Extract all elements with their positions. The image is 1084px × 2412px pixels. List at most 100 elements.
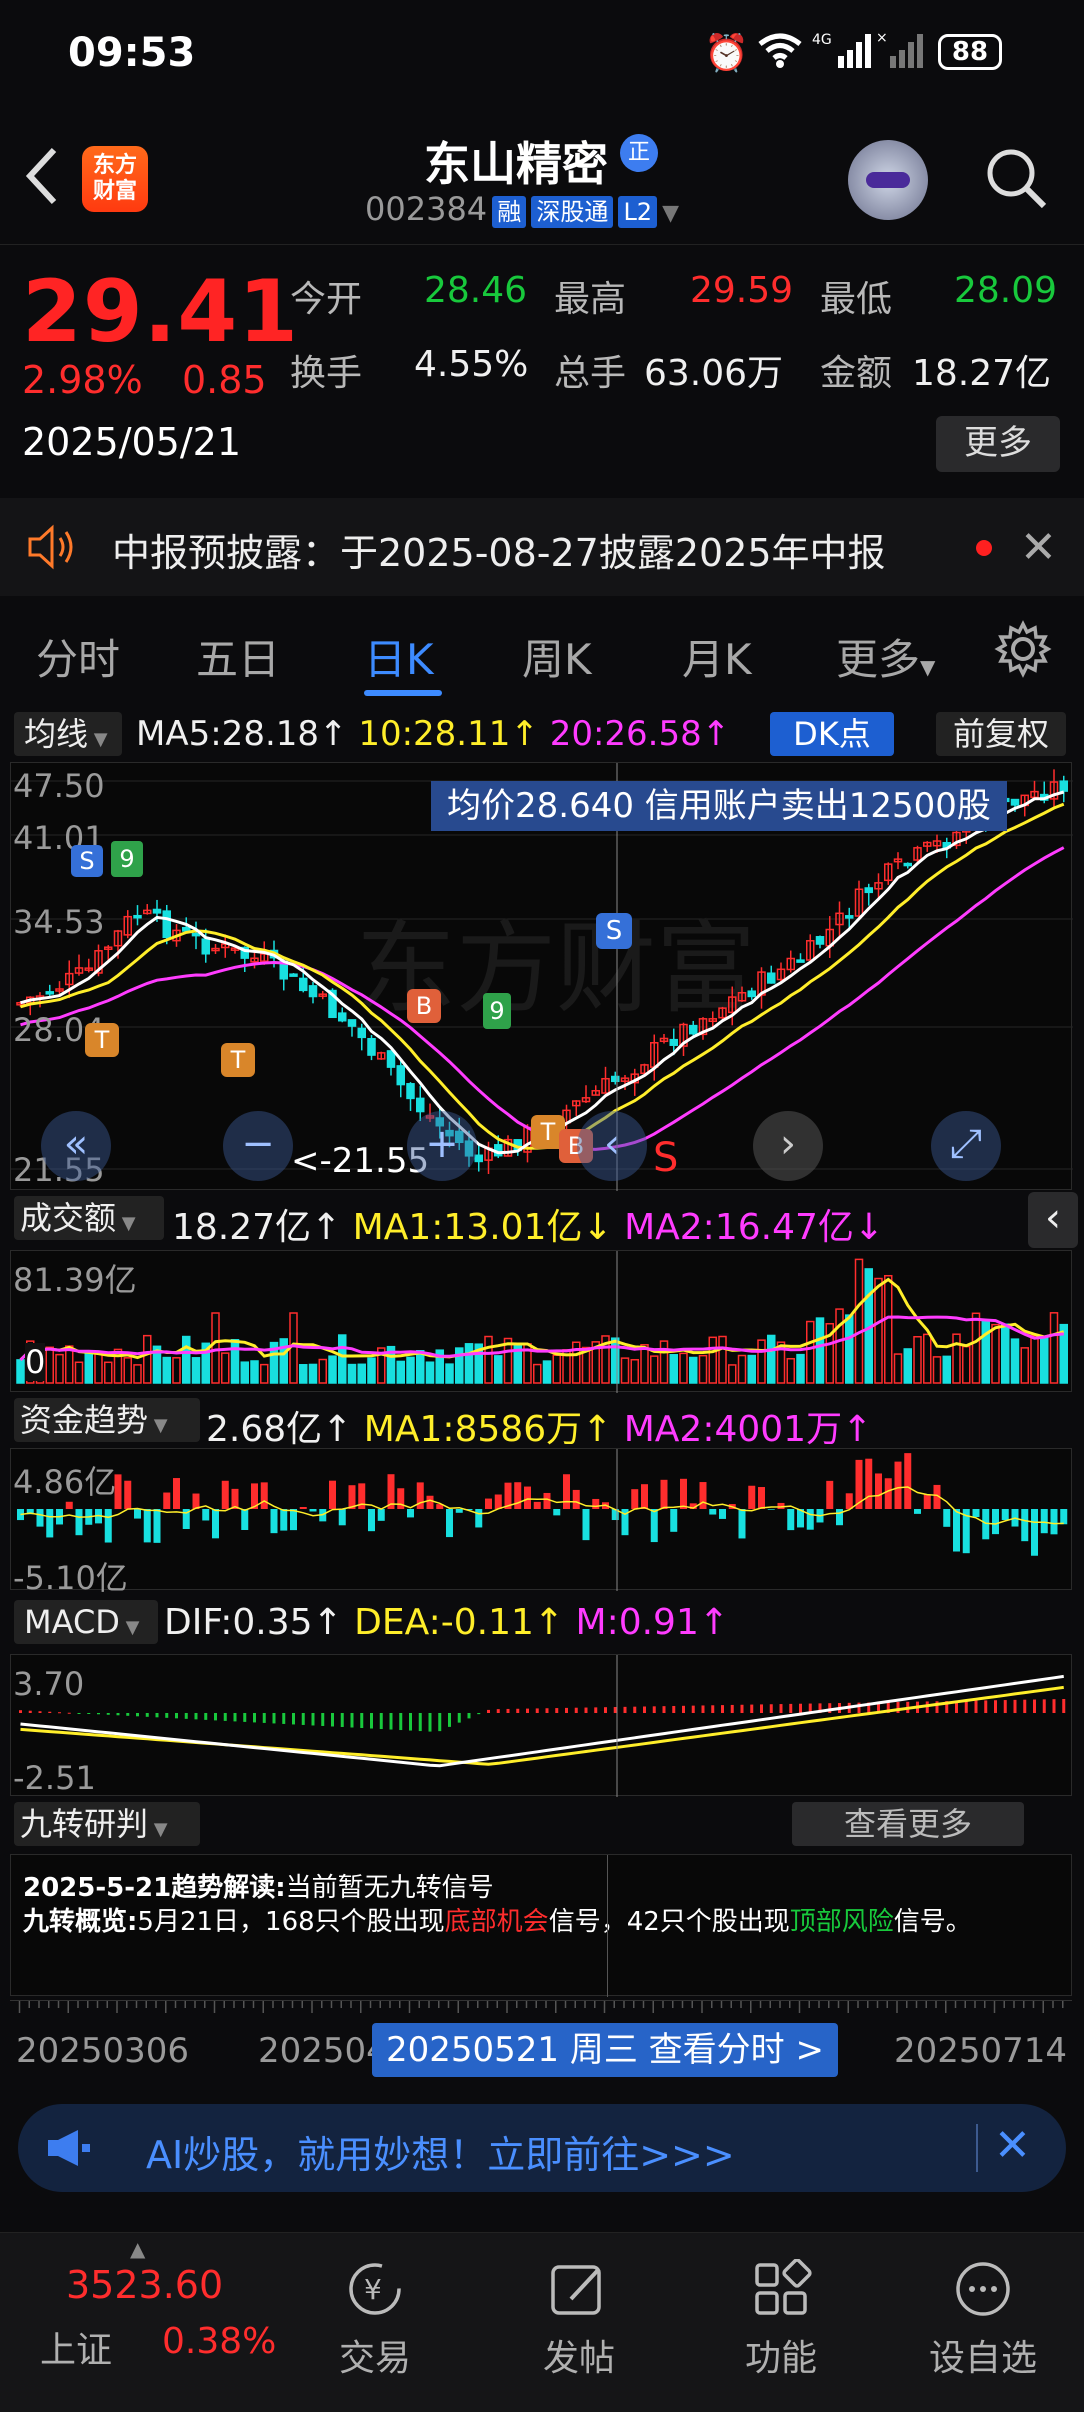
ma5-value: MA5:28.18 <box>136 714 320 754</box>
volume-y-bottom: 0 <box>25 1343 46 1381</box>
date-left: 20250306 <box>16 2031 190 2071</box>
turnover-value: 4.55% <box>414 344 529 385</box>
more-button[interactable]: 更多 <box>936 416 1060 472</box>
open-label: 今开 <box>290 279 363 320</box>
macd-m: M:0.91 <box>575 1602 699 1643</box>
avg-price-banner[interactable]: 均价28.640 信用账户卖出12500股 <box>431 781 1007 831</box>
fund-y-bottom: -5.10亿 <box>13 1559 128 1597</box>
s-signal-marker-2[interactable]: S <box>596 913 632 949</box>
index-value[interactable]: 3523.60 <box>66 2263 223 2307</box>
volume-legend: 成交额 ▼ 18.27亿↑ MA1:13.01亿↓ MA2:16.47亿↓ ‹ <box>0 1192 1084 1248</box>
tag-margin: 融 <box>492 196 527 228</box>
fund-ma1: MA1:8586万 <box>363 1409 583 1450</box>
unread-dot <box>976 540 992 556</box>
ai-ad-banner[interactable]: AI炒股，就用妙想！立即前往>>> ✕ <box>18 2104 1066 2192</box>
fund-chart: 4.86亿 -5.10亿 <box>10 1448 1072 1597</box>
scroll-left-icon[interactable]: ‹ <box>577 1111 647 1181</box>
turnover-label: 换手 <box>290 353 363 394</box>
expand-up-icon[interactable]: ▲ <box>130 2237 145 2261</box>
tab-more[interactable]: 更多▼ <box>836 626 935 687</box>
period-tabs: 分时 五日 日K 周K 月K 更多▼ <box>0 598 1084 708</box>
tab-five-day[interactable]: 五日 <box>196 626 280 687</box>
volume-select[interactable]: 成交额 ▼ <box>14 1196 164 1240</box>
back-icon[interactable] <box>20 144 64 223</box>
tab-active-indicator <box>364 690 442 696</box>
current-price: 29.41 <box>22 262 300 362</box>
tag-connect: 深股通 <box>531 196 614 228</box>
stock-header: 东方 财富 东山精密 正 002384 融 深股通 L2 ▼ <box>0 110 1084 245</box>
zoom-out-icon[interactable]: − <box>223 1111 293 1181</box>
zoom-in-icon[interactable]: + <box>407 1111 477 1181</box>
app-logo: 东方 财富 <box>82 146 148 212</box>
volume-value: 63.06万 <box>644 353 784 394</box>
macd-y-top: 3.70 <box>13 1665 85 1703</box>
index-pct[interactable]: 0.38% <box>162 2321 276 2362</box>
tab-daily-k[interactable]: 日K <box>364 626 434 687</box>
macd-dif: DIF:0.35 <box>164 1602 313 1643</box>
change-amount: 0.85 <box>182 358 267 402</box>
nine-legend: 九转研判 ▼ 查看更多 <box>0 1798 1084 1850</box>
post-icon <box>514 2233 644 2329</box>
s-signal-marker[interactable]: S <box>71 845 103 877</box>
indicator-select[interactable]: 均线 ▼ <box>14 712 122 756</box>
svg-text:4G: 4G <box>812 32 832 48</box>
status-time: 09:53 <box>68 30 196 76</box>
change-pct: 2.98% <box>22 358 143 402</box>
fund-select[interactable]: 资金趋势 ▼ <box>14 1398 200 1442</box>
date-axis[interactable]: 20250306 202504 20250521 周三 查看分时 > 20250… <box>10 2000 1072 2080</box>
nav-features[interactable]: 功能 <box>716 2233 846 2381</box>
volume-ma1: MA1:13.01亿 <box>352 1207 583 1248</box>
status-bar: 09:53 ⏰ 4G × 88 <box>0 0 1084 110</box>
ad-close-icon[interactable]: ✕ <box>994 2120 1031 2171</box>
tag-l2: L2 <box>618 196 658 228</box>
ma10-value: 10:28.11 <box>358 714 511 754</box>
t-signal-marker[interactable]: T <box>85 1023 119 1057</box>
adjust-select[interactable]: 前复权 <box>936 712 1066 756</box>
macd-select[interactable]: MACD ▼ <box>14 1600 158 1644</box>
macd-dea: DEA:-0.11 <box>354 1602 534 1643</box>
tab-intraday[interactable]: 分时 <box>36 626 120 687</box>
fullscreen-icon[interactable]: ⤢ <box>931 1111 1001 1181</box>
kline-legend: 均线 ▼ MA5:28.18↑ 10:28.11↑ 20:26.58↑ DK点 … <box>0 708 1084 760</box>
nine-line-2: 九转概览:5月21日，168只个股出现底部机会信号，42只个股出现顶部风险信号。 <box>23 1907 972 1937</box>
dk-point-button[interactable]: DK点 <box>770 712 894 756</box>
index-name[interactable]: 上证 <box>40 2321 112 2373</box>
tab-monthly-k[interactable]: 月K <box>682 626 752 687</box>
high-label: 最高 <box>554 279 627 320</box>
date-mid: 202504 <box>258 2031 388 2071</box>
volume-label: 总手 <box>554 353 627 394</box>
y-label-3: 34.53 <box>13 903 105 941</box>
nine-select[interactable]: 九转研判 ▼ <box>14 1802 200 1846</box>
view-more-button[interactable]: 查看更多 <box>792 1802 1024 1846</box>
volume-svg <box>16 1251 1068 1393</box>
scroll-right-icon[interactable]: › <box>753 1111 823 1181</box>
svg-text:×: × <box>876 30 888 46</box>
close-icon[interactable]: ✕ <box>1020 522 1057 573</box>
nav-trade[interactable]: ¥ 交易 <box>310 2233 440 2381</box>
b-signal-marker[interactable]: B <box>407 989 441 1023</box>
fund-legend: 资金趋势 ▼ 2.68亿↑ MA1:8586万↑ MA2:4001万↑ <box>0 1394 1084 1450</box>
svg-text:¥: ¥ <box>364 2273 382 2306</box>
chevron-down-icon[interactable]: ▼ <box>662 201 679 226</box>
settings-gear-icon[interactable] <box>994 620 1052 682</box>
notice-bar[interactable]: 中报预披露：于2025-08-27披露2025年中报 ✕ <box>0 498 1084 596</box>
stock-badge: 正 <box>620 134 658 172</box>
view-intraday-button[interactable]: 20250521 周三 查看分时 > <box>372 2023 838 2077</box>
notice-text: 中报预披露：于2025-08-27披露2025年中报 <box>112 531 886 575</box>
quote-panel: 29.41 2.98% 0.85 2025/05/21 今开 28.46 最高 … <box>0 246 1084 496</box>
macd-svg <box>19 1655 1066 1797</box>
nav-add-favorite[interactable]: 设自选 <box>918 2233 1048 2381</box>
kline-chart[interactable]: 东方财富 47.50 41.01 34.53 28.04 21.55 均价28.… <box>10 762 1073 1191</box>
search-icon[interactable] <box>984 146 1048 214</box>
nine-signal-marker-2[interactable]: 9 <box>483 993 511 1029</box>
signal-2-icon: × <box>876 30 936 74</box>
nine-signal-marker[interactable]: 9 <box>111 841 143 877</box>
robot-avatar-icon[interactable] <box>848 140 928 220</box>
t-signal-marker-2[interactable]: T <box>221 1043 255 1077</box>
apps-icon <box>716 2233 846 2329</box>
collapse-arrow-icon[interactable]: ‹ <box>1028 1192 1078 1248</box>
nav-post[interactable]: 发帖 <box>514 2233 644 2381</box>
tab-weekly-k[interactable]: 周K <box>522 626 592 687</box>
scroll-left-fast-icon[interactable]: « <box>41 1111 111 1181</box>
y-label-1: 47.50 <box>13 767 105 805</box>
